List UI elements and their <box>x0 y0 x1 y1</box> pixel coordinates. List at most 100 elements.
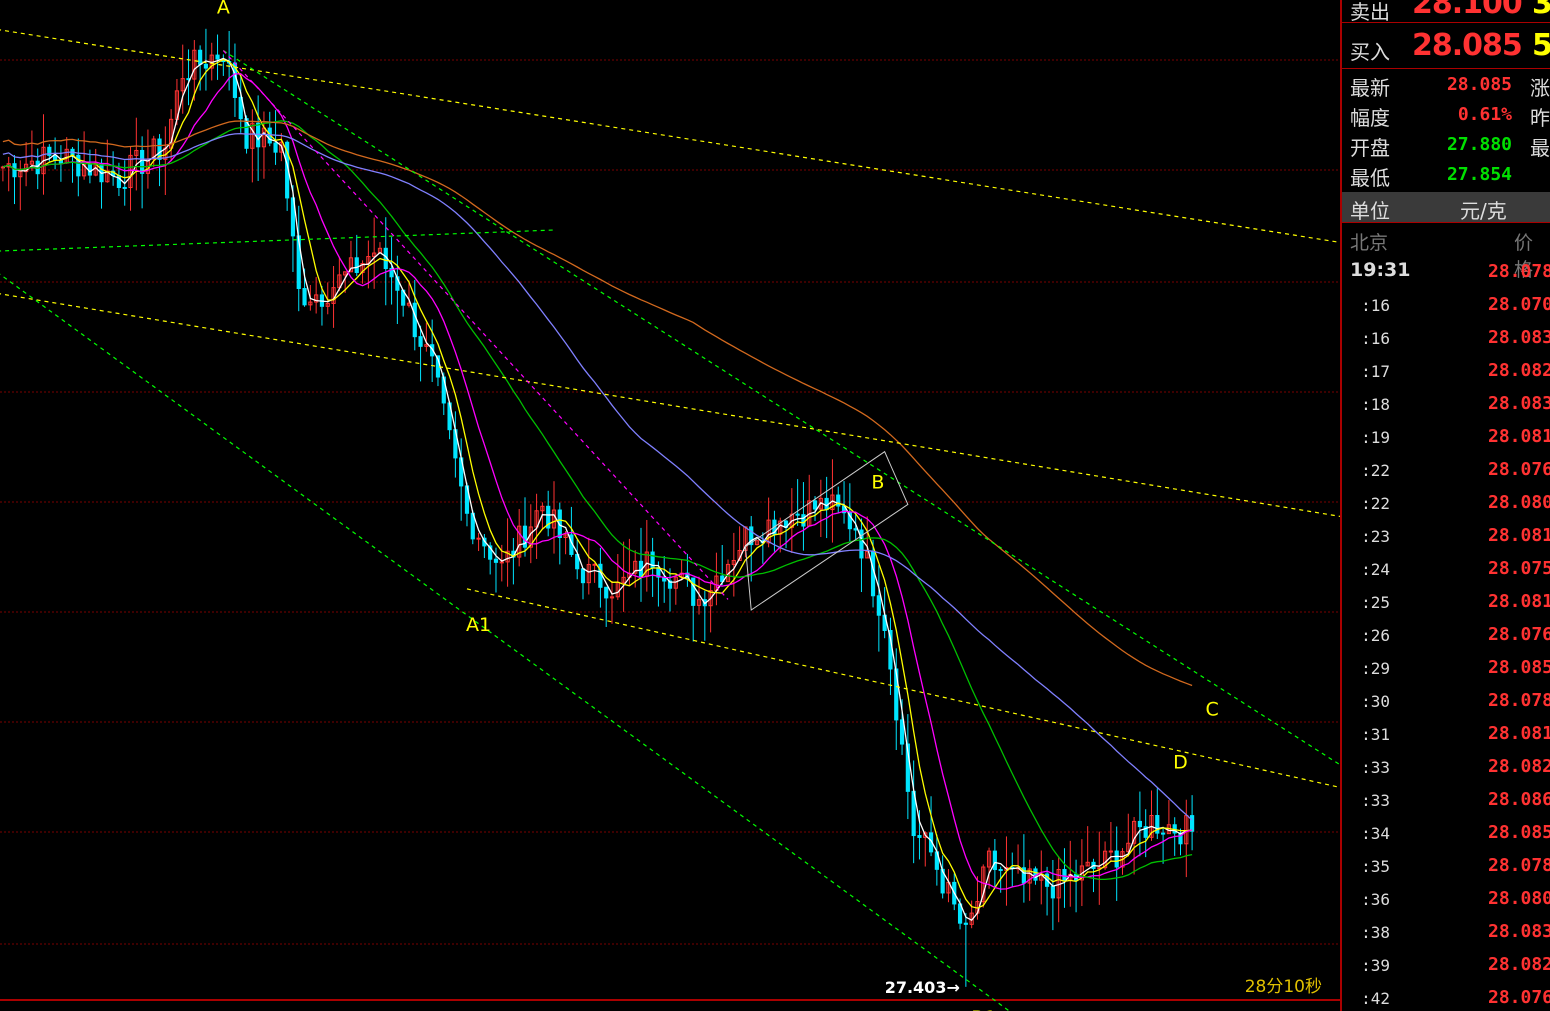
tick-row[interactable]: :31 28.081 <box>1342 718 1550 751</box>
buy-quote-row[interactable]: 买入 28.085 5 <box>1342 26 1550 66</box>
stat-row-change: 幅度 0.61% 昨 <box>1342 102 1550 132</box>
candle-body <box>917 835 922 838</box>
tick-time: :39 <box>1361 956 1390 975</box>
tick-price: 28.083 <box>1488 921 1550 942</box>
moving-average-line <box>2 58 1193 909</box>
tick-time: :42 <box>1361 989 1390 1008</box>
candle-body <box>1108 850 1113 853</box>
candle-body <box>795 513 800 516</box>
tick-row[interactable]: :33 28.086 <box>1342 784 1550 817</box>
candle-body <box>354 257 359 273</box>
tick-price: 28.081 <box>1488 426 1550 447</box>
candle-body <box>1114 850 1119 868</box>
moving-average-line <box>2 132 1193 821</box>
tick-price: 28.076 <box>1488 459 1550 480</box>
stat-row-open: 开盘 27.880 最 <box>1342 132 1550 162</box>
tick-price: 28.078 <box>1488 690 1550 711</box>
tick-time: :17 <box>1361 362 1390 381</box>
candlestick-chart[interactable]: A A1 B C D B1 27.403→ 28分10秒 <box>0 0 1340 1011</box>
tick-time: :16 <box>1361 329 1390 348</box>
tick-price: 28.082 <box>1488 360 1550 381</box>
tick-time: :18 <box>1361 395 1390 414</box>
trend-line <box>222 50 729 600</box>
tick-row[interactable]: :25 28.081 <box>1342 586 1550 619</box>
tick-time: :19 <box>1361 428 1390 447</box>
tick-time: :22 <box>1361 461 1390 480</box>
moving-average-line <box>2 120 1193 881</box>
stat-value: 28.085 <box>1446 74 1512 95</box>
tick-price: 28.081 <box>1488 591 1550 612</box>
candle-body <box>215 54 220 60</box>
tick-row[interactable]: :35 28.078 <box>1342 850 1550 883</box>
stat-label: 开盘 <box>1350 136 1390 160</box>
tick-row[interactable]: :42 28.076 <box>1342 982 1550 1011</box>
trend-line <box>0 293 1340 518</box>
candle-body <box>499 561 504 564</box>
stats-divider <box>1342 68 1550 69</box>
quote-divider <box>1342 22 1550 23</box>
tick-row[interactable]: :34 28.085 <box>1342 817 1550 850</box>
moving-average-line <box>2 57 1193 922</box>
tick-time: :31 <box>1361 725 1390 744</box>
tick-price: 28.081 <box>1488 723 1550 744</box>
tick-row[interactable]: :16 28.070 <box>1342 289 1550 322</box>
candle-body <box>1137 820 1142 828</box>
tick-time: :24 <box>1361 560 1390 579</box>
tick-row[interactable]: :16 28.083 <box>1342 322 1550 355</box>
stat-value: 0.61% <box>1457 104 1512 125</box>
tick-price: 28.078 <box>1488 855 1550 876</box>
tick-time: :38 <box>1361 923 1390 942</box>
tick-row[interactable]: :39 28.082 <box>1342 949 1550 982</box>
tick-row[interactable]: :24 28.075 <box>1342 553 1550 586</box>
wave-label: D <box>1173 751 1188 773</box>
tick-price: 28.083 <box>1488 393 1550 414</box>
candle-body <box>876 595 881 616</box>
tick-row[interactable]: :17 28.082 <box>1342 355 1550 388</box>
tick-row[interactable]: :36 28.080 <box>1342 883 1550 916</box>
chart-canvas[interactable]: A A1 B C D B1 27.403→ 28分10秒 <box>0 0 1340 1011</box>
wave-label: B <box>871 472 884 494</box>
tick-row[interactable]: :22 28.076 <box>1342 454 1550 487</box>
tick-row[interactable]: :19 28.081 <box>1342 421 1550 454</box>
wave-label: B1 <box>971 1007 996 1011</box>
low-price-label: 27.403→ <box>885 978 960 997</box>
tick-price: 28.086 <box>1488 789 1550 810</box>
tick-price: 28.070 <box>1488 294 1550 315</box>
tick-price: 28.076 <box>1488 987 1550 1008</box>
tick-price: 28.085 <box>1488 822 1550 843</box>
tick-row[interactable]: :38 28.083 <box>1342 916 1550 949</box>
tick-time: :33 <box>1361 758 1390 777</box>
tick-price: 28.082 <box>1488 756 1550 777</box>
sell-quote-row[interactable]: 卖出 28.100 3 <box>1342 0 1550 24</box>
quote-panel: 卖出 28.100 3 买入 28.085 5 最新 28.085 涨 幅度 0… <box>1342 0 1550 1011</box>
tick-row[interactable]: :18 28.083 <box>1342 388 1550 421</box>
tick-time: :23 <box>1361 527 1390 546</box>
candle-body <box>12 163 17 178</box>
tick-row[interactable]: :30 28.078 <box>1342 685 1550 718</box>
candle-body <box>412 302 417 338</box>
candle-body <box>140 149 145 174</box>
tick-list-header: 北京 价格 <box>1342 228 1550 281</box>
tick-time: :34 <box>1361 824 1390 843</box>
tick-time: :22 <box>1361 494 1390 513</box>
trend-line <box>223 50 1340 766</box>
tick-time: :35 <box>1361 857 1390 876</box>
tick-time: :29 <box>1361 659 1390 678</box>
candle-body <box>203 63 209 69</box>
tick-row[interactable]: :23 28.081 <box>1342 520 1550 553</box>
unit-bar: 单位 元/克 <box>1342 192 1550 223</box>
candle-body <box>1160 832 1166 835</box>
stat-row-latest: 最新 28.085 涨 <box>1342 72 1550 102</box>
wave-label: C <box>1205 699 1218 721</box>
candle-body <box>1062 868 1067 881</box>
sell-volume: 3 <box>1532 0 1550 21</box>
tick-time: :33 <box>1361 791 1390 810</box>
tick-row[interactable]: :29 28.085 <box>1342 652 1550 685</box>
candle-body <box>801 514 806 527</box>
tick-row[interactable]: :33 28.082 <box>1342 751 1550 784</box>
candle-body <box>493 558 499 563</box>
tick-price: 28.080 <box>1488 888 1550 909</box>
tick-row[interactable]: :26 28.076 <box>1342 619 1550 652</box>
tick-row[interactable]: 19:31 28.078 <box>1342 256 1550 289</box>
tick-row[interactable]: :22 28.080 <box>1342 487 1550 520</box>
